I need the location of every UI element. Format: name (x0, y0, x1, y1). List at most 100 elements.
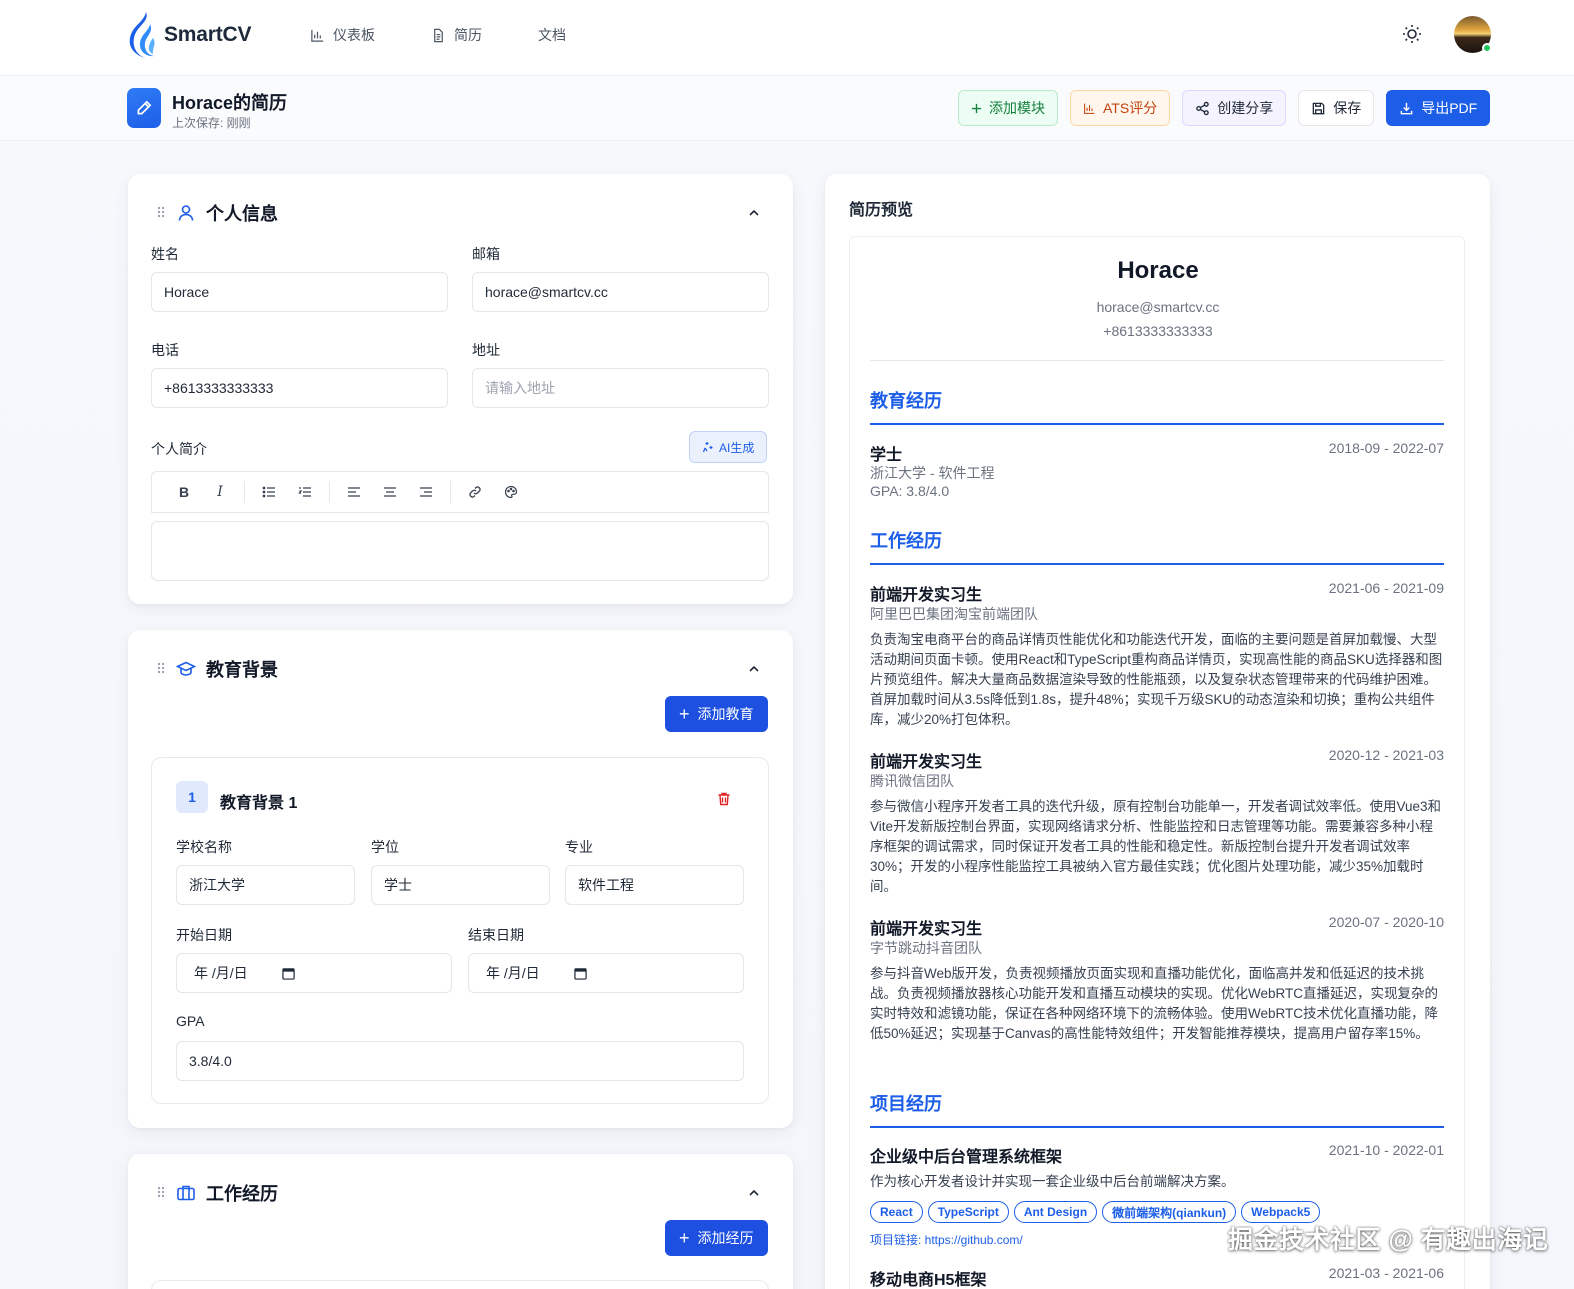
entry-title: 教育背景 1 (220, 795, 298, 812)
toolbar-divider (329, 481, 330, 503)
bar-chart-icon (311, 29, 324, 42)
divider (870, 360, 1444, 361)
start-date-input[interactable]: 年 /月/日 (176, 953, 452, 993)
export-pdf-button[interactable]: 导出PDF (1386, 90, 1491, 126)
logo[interactable]: SmartCV (126, 10, 251, 60)
calendar-icon[interactable] (281, 967, 295, 980)
plus-icon (971, 103, 982, 113)
create-share-label: 创建分享 (1217, 100, 1274, 116)
major-input[interactable]: 软件工程 (565, 865, 744, 905)
toolbar-divider (244, 481, 245, 503)
preview-project-title: 企业级中后台管理系统框架 (870, 1149, 1063, 1166)
section-title: 工作经历 (206, 1184, 278, 1204)
nav-docs[interactable]: 文档 (538, 25, 566, 45)
end-date-input[interactable]: 年 /月/日 (468, 953, 744, 993)
school-input[interactable]: 浙江大学 (176, 865, 355, 905)
preview-edu-degree: 学士 (870, 447, 903, 464)
palette-icon (504, 485, 518, 499)
rich-text-toolbar: B I (151, 471, 769, 513)
save-label: 保存 (1333, 100, 1362, 116)
summary-editor[interactable] (151, 521, 769, 581)
main-nav: 仪表板 简历 文档 (310, 25, 622, 45)
save-icon (1312, 102, 1325, 114)
nav-resume[interactable]: 简历 (431, 25, 482, 45)
add-education-button[interactable]: + 添加教育 (665, 696, 768, 732)
major-label: 专业 (565, 839, 593, 855)
add-experience-button[interactable]: + 添加经历 (665, 1220, 768, 1256)
chevron-up-icon[interactable] (747, 1186, 761, 1200)
drag-handle-icon[interactable]: ⠿ (156, 205, 176, 222)
ai-generate-label: AI生成 (719, 440, 755, 455)
bullet-list-icon (262, 486, 275, 498)
graduation-cap-icon (176, 661, 196, 676)
align-center-icon (384, 487, 396, 497)
add-module-label: 添加模块 (989, 100, 1045, 116)
address-input[interactable]: 请输入地址 (472, 368, 769, 408)
toolbar-divider (450, 481, 451, 503)
link-button[interactable] (457, 478, 493, 506)
ordered-list-button[interactable] (287, 478, 323, 506)
ats-score-button[interactable]: ATS评分 (1070, 90, 1171, 126)
export-pdf-label: 导出PDF (1421, 100, 1478, 116)
calendar-icon[interactable] (573, 967, 587, 980)
download-icon (1400, 102, 1413, 114)
email-input[interactable]: horace@smartcv.cc (472, 272, 769, 312)
trash-icon[interactable] (716, 791, 732, 807)
edit-document-icon (127, 88, 161, 128)
preview-title: 简历预览 (849, 202, 914, 219)
link-icon (469, 486, 481, 498)
name-label: 姓名 (151, 246, 179, 262)
tech-tag: 微前端架构(qiankun) (1102, 1201, 1237, 1223)
bold-glyph: B (178, 484, 190, 500)
bullet-list-button[interactable] (251, 478, 287, 506)
drag-handle-icon[interactable]: ⠿ (156, 661, 176, 678)
resume-preview-panel: 简历预览 Horace horace@smartcv.cc +861333333… (825, 174, 1490, 1289)
preview-job-title: 前端开发实习生 (870, 587, 983, 604)
preview-name: Horace (1117, 257, 1199, 284)
preview-job-org: 腾讯微信团队 (870, 773, 954, 789)
save-button[interactable]: 保存 (1298, 90, 1375, 126)
resume-title: Horace的简历 (172, 93, 288, 113)
phone-input[interactable]: +8613333333333 (151, 368, 448, 408)
preview-job-desc: 负责淘宝电商平台的商品详情页性能优化和功能迭代开发，面临的主要问题是首屏加载慢、… (870, 632, 1443, 727)
drag-handle-icon[interactable]: ⠿ (156, 1185, 176, 1202)
chevron-up-icon[interactable] (747, 206, 761, 220)
chevron-up-icon[interactable] (747, 662, 761, 676)
preview-project-link[interactable]: 项目链接: https://github.com/ (870, 1231, 1023, 1248)
bold-button[interactable]: B (166, 478, 202, 506)
nav-dashboard[interactable]: 仪表板 (310, 25, 375, 45)
add-module-button[interactable]: 添加模块 (958, 90, 1058, 126)
color-palette-button[interactable] (493, 478, 529, 506)
gpa-input[interactable]: 3.8/4.0 (176, 1041, 744, 1081)
degree-input[interactable]: 学士 (371, 865, 550, 905)
briefcase-icon (177, 1185, 195, 1201)
preview-job-date: 2021-06 - 2021-09 (1328, 580, 1444, 596)
align-left-icon (348, 487, 360, 497)
tech-tag: React (870, 1201, 923, 1223)
avatar[interactable] (1454, 16, 1492, 53)
user-icon (178, 205, 194, 221)
ai-generate-button[interactable]: AI生成 (689, 431, 768, 463)
degree-label: 学位 (371, 839, 399, 855)
align-center-button[interactable] (372, 478, 408, 506)
start-date-value: 年 /月/日 (194, 965, 248, 981)
ats-score-label: ATS评分 (1103, 100, 1158, 116)
name-input[interactable]: Horace (151, 272, 448, 312)
align-right-button[interactable] (408, 478, 444, 506)
nav-dashboard-label: 仪表板 (333, 27, 375, 43)
last-saved-status: 上次保存: 刚刚 (172, 116, 251, 130)
preview-job-org: 字节跳动抖音团队 (870, 940, 982, 956)
sun-icon[interactable] (1400, 22, 1424, 46)
preview-email: horace@smartcv.cc (1096, 299, 1220, 315)
align-left-button[interactable] (336, 478, 372, 506)
italic-button[interactable]: I (202, 478, 238, 506)
flame-logo-icon (129, 12, 155, 58)
header-actions: 添加模块 ATS评分 创建分享 保存 导出PDF (958, 90, 1491, 126)
email-label: 邮箱 (472, 246, 500, 262)
work-entry (151, 1280, 769, 1289)
italic-glyph: I (217, 484, 223, 500)
nav-resume-label: 简历 (454, 27, 482, 43)
create-share-button[interactable]: 创建分享 (1182, 90, 1287, 126)
end-date-value: 年 /月/日 (486, 965, 540, 981)
phone-label: 电话 (151, 342, 179, 358)
